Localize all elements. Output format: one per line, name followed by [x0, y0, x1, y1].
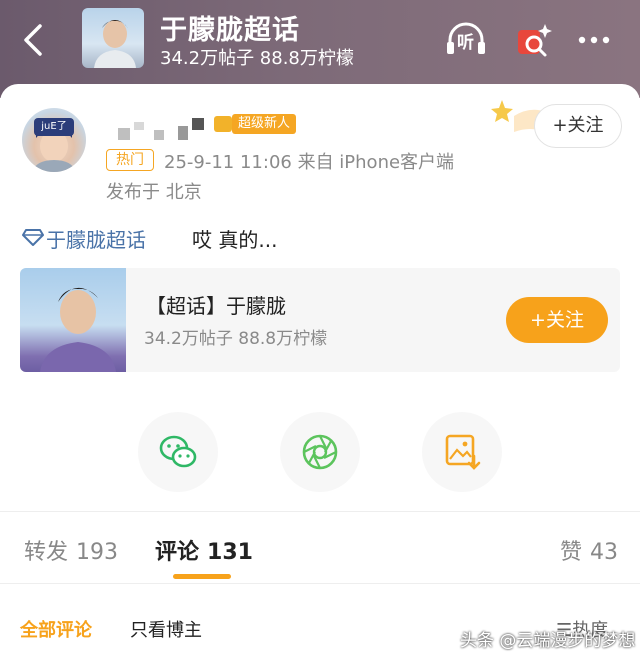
filter-author-only[interactable]: 只看博主	[130, 616, 202, 642]
topic-thumbnail[interactable]	[82, 8, 144, 68]
username-blurred[interactable]	[118, 118, 208, 140]
post-meta: 25-9-11 11:06 来自 iPhone客户端	[164, 152, 455, 173]
super-topic-thumbnail	[20, 268, 126, 372]
back-arrow-icon	[24, 24, 42, 56]
tab-count: 193	[76, 540, 119, 565]
follow-topic-button[interactable]: +关注	[506, 297, 608, 343]
hot-tag: 热门	[106, 149, 154, 171]
follow-user-button[interactable]: +关注	[534, 104, 622, 148]
listen-button[interactable]: 听	[444, 20, 488, 60]
tab-reposts[interactable]: 转发 193	[24, 534, 118, 566]
newbie-badge: 超级新人	[232, 114, 297, 134]
page-stats: 34.2万帖子 88.8万柠檬	[160, 48, 354, 69]
page-title: 于朦胧超话	[160, 15, 300, 46]
avatar-cap-text: juE了	[34, 118, 74, 136]
post-location: 发布于 北京	[106, 182, 202, 203]
more-button[interactable]	[574, 20, 618, 60]
tab-label: 评论	[155, 540, 200, 565]
share-wechat-button[interactable]	[138, 412, 218, 492]
divider	[0, 583, 640, 584]
avatar[interactable]: juE了	[22, 108, 86, 172]
ai-search-button[interactable]	[512, 20, 556, 60]
vip-badge-icon	[214, 116, 232, 132]
filter-all-comments[interactable]: 全部评论	[20, 616, 92, 642]
moments-icon	[302, 434, 338, 470]
super-topic-stats: 34.2万帖子 88.8万柠檬	[144, 329, 328, 349]
topic-link[interactable]: 于朦胧超话	[46, 224, 146, 253]
tab-likes[interactable]: 赞 43	[560, 534, 618, 566]
super-topic-card[interactable]: 【超话】于朦胧 34.2万帖子 88.8万柠檬 +关注	[20, 268, 620, 372]
tab-label: 转发	[24, 540, 69, 565]
portrait-image	[40, 287, 116, 372]
wechat-icon	[159, 435, 197, 468]
tab-label: 赞	[560, 540, 583, 565]
post-text: 哎 真的...	[192, 228, 278, 252]
listen-label: 听	[457, 33, 474, 53]
portrait-image	[94, 20, 136, 68]
watermark: 头条 @云端漫步的梦想	[460, 631, 636, 651]
more-dots-icon	[578, 36, 610, 44]
share-moments-button[interactable]	[280, 412, 360, 492]
save-image-button[interactable]	[422, 412, 502, 492]
super-topic-title: 【超话】于朦胧	[146, 294, 286, 318]
diamond-icon	[22, 229, 44, 246]
active-tab-indicator	[173, 574, 231, 579]
tab-count: 43	[590, 540, 619, 565]
save-image-icon	[445, 434, 481, 470]
tab-count: 131	[207, 540, 253, 565]
back-button[interactable]	[18, 22, 48, 58]
sparkle-search-icon	[518, 24, 552, 57]
divider	[0, 511, 640, 512]
tab-comments[interactable]: 评论 131	[155, 534, 253, 566]
